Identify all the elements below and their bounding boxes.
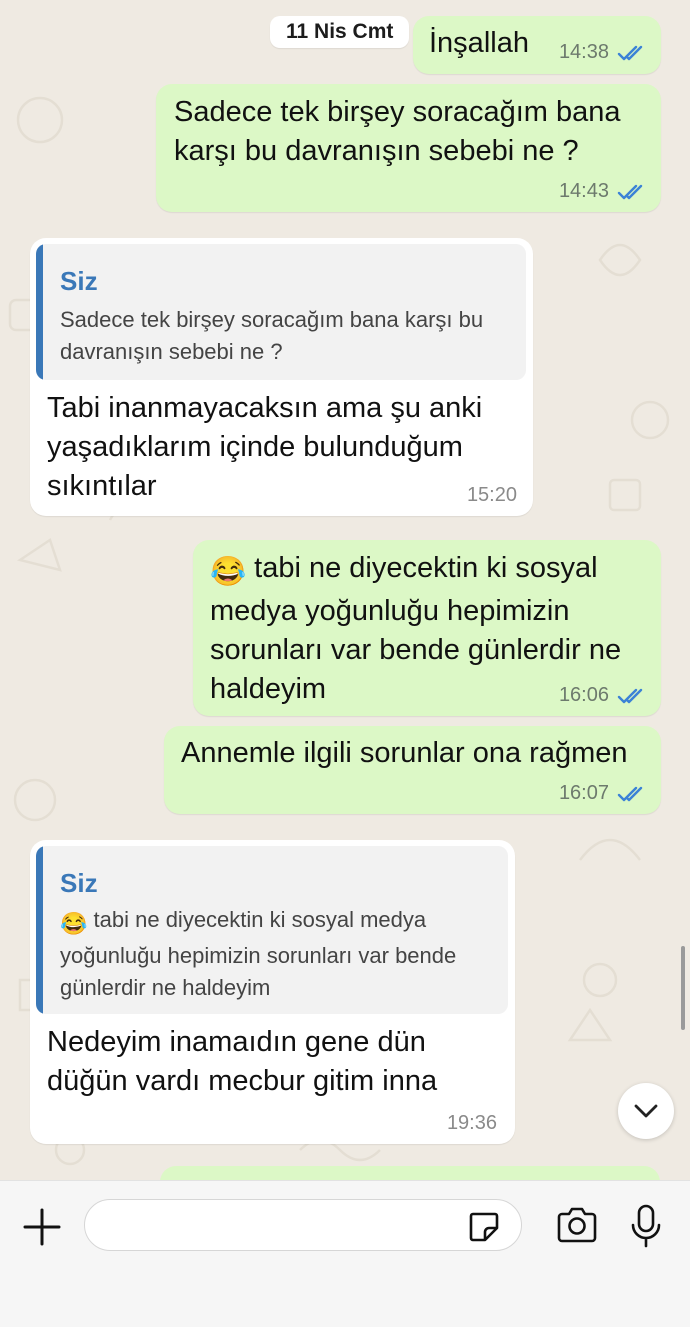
message-bubble-outgoing[interactable]: 😂 tabi ne diyecektin ki sosyal medya yoğ… bbox=[193, 540, 661, 716]
message-bubble-outgoing[interactable]: Sadece tek birşey soracağım bana karşı b… bbox=[156, 84, 661, 212]
quote-accent-bar bbox=[36, 244, 43, 380]
message-text: Sadece tek birşey soracağım bana karşı b… bbox=[174, 96, 621, 167]
message-meta: 14:43 bbox=[559, 180, 645, 203]
double-check-read-icon bbox=[617, 688, 643, 703]
microphone-icon[interactable] bbox=[630, 1203, 662, 1249]
message-input-bar bbox=[0, 1180, 690, 1327]
quoted-message[interactable]: Siz 😂 tabi ne diyecektin ki sosyal medya… bbox=[36, 846, 508, 1014]
double-check-read-icon bbox=[617, 184, 643, 199]
message-time: 19:36 bbox=[446, 1112, 497, 1134]
message-bubble-outgoing[interactable]: İnşallah 14:38 bbox=[413, 16, 661, 74]
message-time: 15:20 bbox=[466, 484, 517, 506]
message-input-field[interactable] bbox=[84, 1199, 522, 1251]
quote-text: tabi ne diyecektin ki sosyal medya yoğun… bbox=[60, 907, 457, 1000]
message-meta: 14:38 bbox=[559, 41, 645, 64]
sticker-icon[interactable] bbox=[467, 1210, 501, 1244]
message-bubble-outgoing[interactable]: Annemle ilgili sorunlar ona rağmen 16:07 bbox=[164, 726, 661, 814]
plus-icon[interactable] bbox=[22, 1207, 62, 1247]
message-text: Annemle ilgili sorunlar ona rağmen bbox=[181, 737, 628, 769]
message-meta: 15:20 bbox=[467, 484, 517, 507]
message-text: Nedeyim inamaıdın gene dün düğün vardı m… bbox=[47, 1026, 438, 1097]
message-meta: 16:07 bbox=[559, 782, 645, 805]
date-separator: 11 Nis Cmt bbox=[270, 16, 410, 48]
quote-author: Siz bbox=[60, 868, 98, 898]
quote-text: Sadece tek birşey soracağım bana karşı b… bbox=[60, 307, 484, 364]
message-input[interactable] bbox=[101, 1208, 465, 1244]
double-check-read-icon bbox=[617, 45, 643, 60]
double-check-read-icon bbox=[617, 786, 643, 801]
quote-author: Siz bbox=[60, 266, 98, 296]
quoted-message[interactable]: Siz Sadece tek birşey soracağım bana kar… bbox=[36, 244, 526, 380]
message-meta: 19:36 bbox=[447, 1112, 497, 1135]
tears-of-joy-emoji: 😂 bbox=[60, 911, 88, 936]
tears-of-joy-emoji: 😂 bbox=[210, 556, 247, 588]
message-time: 16:06 bbox=[558, 684, 609, 706]
message-time: 16:07 bbox=[558, 782, 609, 804]
chevron-down-icon bbox=[634, 1104, 658, 1118]
message-bubble-incoming[interactable]: Siz 😂 tabi ne diyecektin ki sosyal medya… bbox=[30, 840, 515, 1144]
quote-accent-bar bbox=[36, 846, 43, 1014]
quote-body: 😂 tabi ne diyecektin ki sosyal medya yoğ… bbox=[60, 904, 494, 1004]
message-time: 14:38 bbox=[558, 41, 609, 63]
message-text: tabi ne diyecektin ki sosyal medya yoğun… bbox=[210, 552, 622, 705]
message-text: İnşallah bbox=[429, 27, 529, 59]
scroll-to-bottom-button[interactable] bbox=[618, 1083, 674, 1139]
message-text: Tabi inanmayacaksın ama şu anki yaşadıkl… bbox=[47, 392, 483, 502]
message-time: 14:43 bbox=[558, 180, 609, 202]
message-meta: 16:06 bbox=[559, 684, 645, 707]
camera-icon[interactable] bbox=[555, 1205, 599, 1245]
scrollbar[interactable] bbox=[681, 946, 685, 1030]
message-bubble-incoming[interactable]: Siz Sadece tek birşey soracağım bana kar… bbox=[30, 238, 533, 516]
